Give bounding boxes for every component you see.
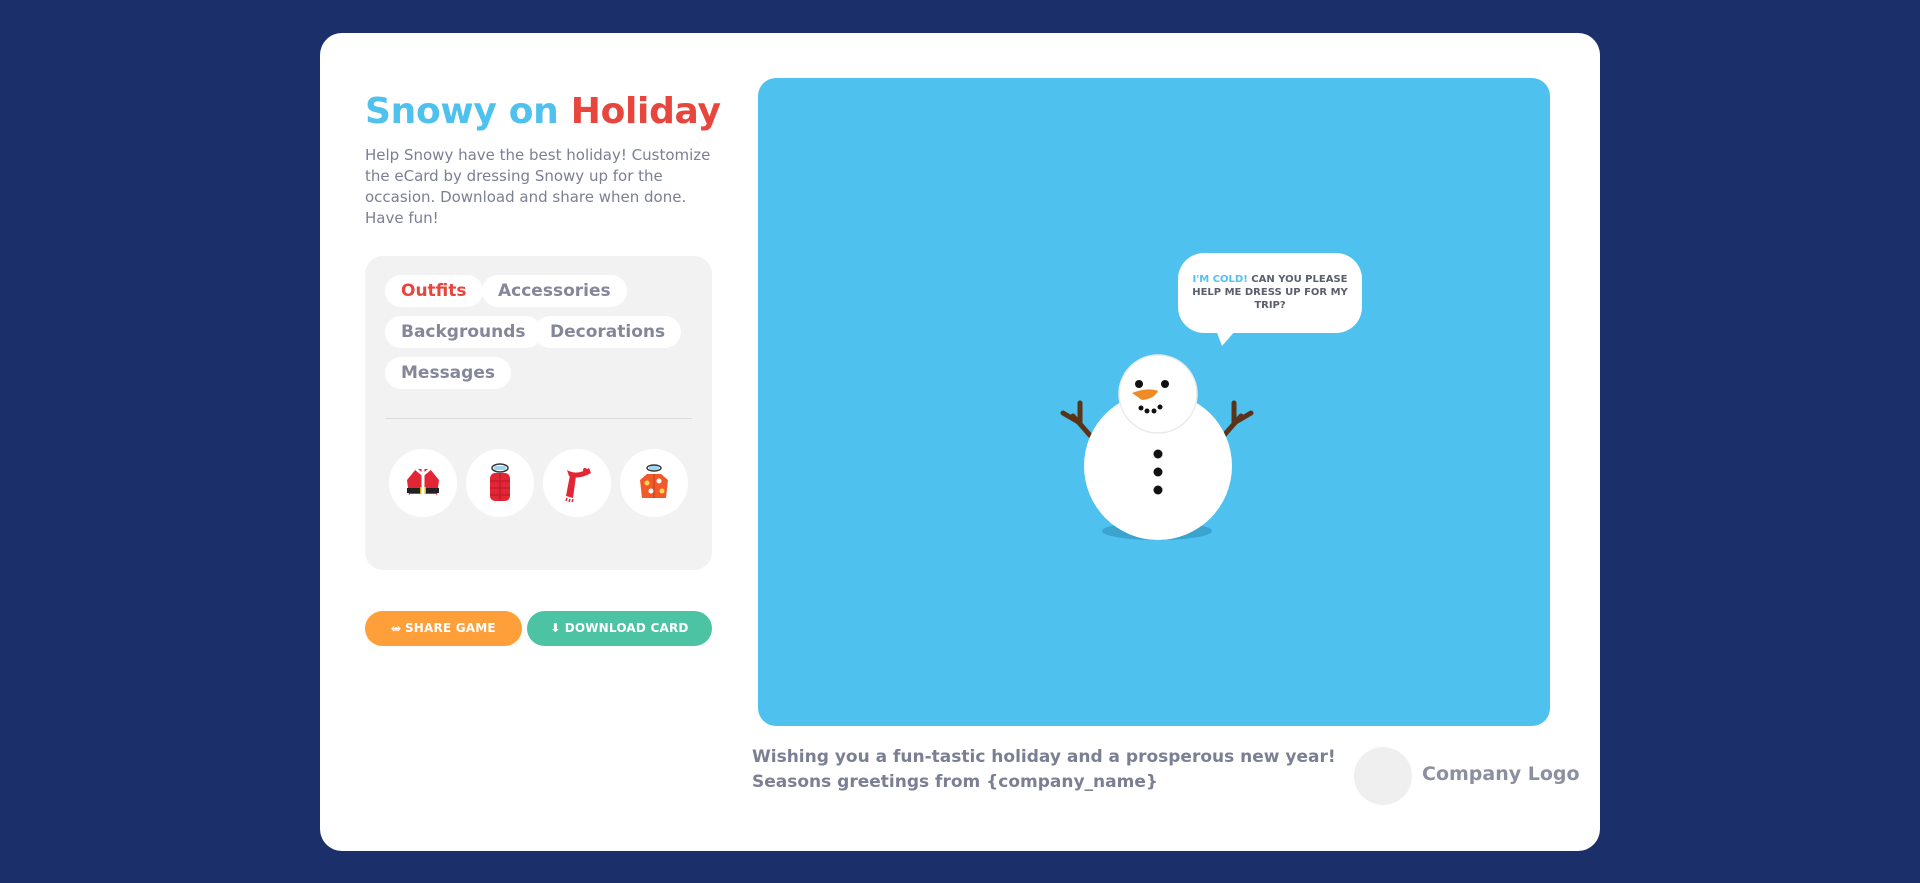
hawaiian-shirt-icon xyxy=(640,464,668,498)
company-logo-text: Company Logo xyxy=(1422,763,1580,785)
outfit-item-scarf[interactable] xyxy=(543,449,611,517)
share-icon: ⥈ xyxy=(391,621,401,635)
santa-coat-icon xyxy=(407,468,439,498)
scarf-icon xyxy=(565,468,591,502)
greeting-line-1: Wishing you a fun-tastic holiday and a p… xyxy=(752,747,1336,767)
puffer-vest-icon xyxy=(490,463,510,501)
title-part-1: Snowy on xyxy=(365,91,559,132)
outfit-item-puffer-vest[interactable] xyxy=(466,449,534,517)
outfit-item-santa-coat[interactable] xyxy=(389,449,457,517)
download-card-button[interactable]: ⬇ DOWNLOAD CARD xyxy=(527,611,712,646)
tab-backgrounds[interactable]: Backgrounds xyxy=(385,316,542,348)
tab-outfits[interactable]: Outfits xyxy=(385,275,483,307)
tab-messages[interactable]: Messages xyxy=(385,357,511,389)
greeting-line-2: Seasons greetings from {company_name} xyxy=(752,772,1158,792)
download-icon: ⬇ xyxy=(550,621,561,635)
outfit-item-hawaiian-shirt[interactable] xyxy=(620,449,688,517)
download-card-label: DOWNLOAD CARD xyxy=(564,621,689,635)
page-title: Snowy on Holiday xyxy=(365,91,721,132)
speech-bubble: I'M COLD! CAN YOU PLEASE HELP ME DRESS U… xyxy=(1178,253,1362,333)
tab-accessories[interactable]: Accessories xyxy=(482,275,627,307)
company-logo-placeholder xyxy=(1354,747,1412,805)
greeting-message: Wishing you a fun-tastic holiday and a p… xyxy=(752,745,1336,795)
snowman-head xyxy=(1118,354,1198,434)
share-game-button[interactable]: ⥈ SHARE GAME xyxy=(365,611,522,646)
ecard-stage: I'M COLD! CAN YOU PLEASE HELP ME DRESS U… xyxy=(758,78,1550,726)
share-game-label: SHARE GAME xyxy=(404,621,496,635)
panel-divider xyxy=(385,418,692,419)
title-part-2: Holiday xyxy=(570,91,721,132)
speech-bubble-highlight: I'M COLD! xyxy=(1192,274,1248,285)
customize-panel: Outfits Accessories Backgrounds Decorati… xyxy=(365,256,712,570)
tab-decorations[interactable]: Decorations xyxy=(534,316,682,348)
intro-text: Help Snowy have the best holiday! Custom… xyxy=(365,146,711,227)
ecard-container: Snowy on Holiday Help Snowy have the bes… xyxy=(320,33,1600,851)
snowman-illustration xyxy=(1060,354,1254,540)
